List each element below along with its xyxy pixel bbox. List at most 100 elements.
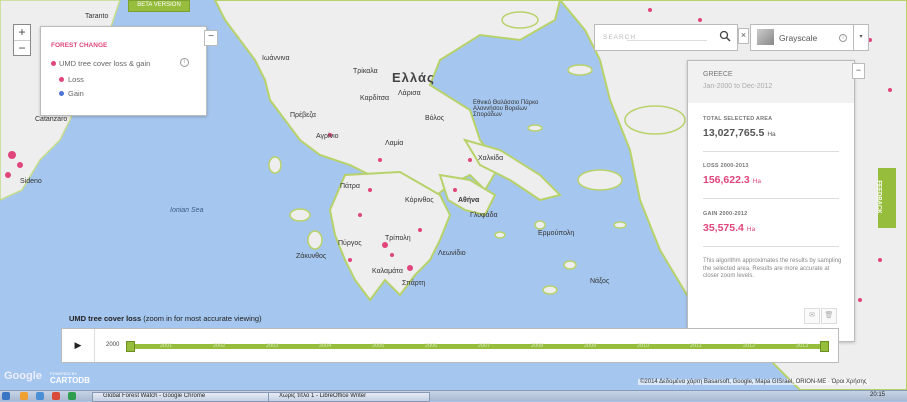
map-label-place: Sideno	[20, 178, 42, 185]
timeline-year: 2010	[637, 343, 650, 349]
map-label-place: Λαμία	[385, 140, 404, 147]
map-label-place: Τρίπολη	[385, 235, 411, 242]
legend-collapse-button[interactable]: −	[204, 30, 218, 46]
start-icon[interactable]	[2, 392, 10, 400]
timeline-year: 2007	[478, 343, 491, 349]
legend-item-loss: Loss	[59, 75, 84, 84]
taskbar: Global Forest Watch - Google Chrome Χωρί…	[0, 390, 907, 402]
map-label-place: Λεωνίδιο	[438, 250, 466, 257]
timeline: ▶ 2000 2001 2002 2003 2004 2005 2006 200…	[61, 328, 839, 363]
total-area-value: 13,027,765.5 Ha	[703, 127, 776, 139]
map-label-place: Βόλος	[425, 115, 445, 122]
timeline-year: 2001	[160, 343, 173, 349]
analysis-region: GREECE	[703, 71, 733, 78]
timeline-year: 2008	[531, 343, 544, 349]
legend-layer[interactable]: UMD tree cover loss & gain	[51, 59, 150, 68]
total-area-label: TOTAL SELECTED AREA	[703, 116, 773, 122]
taskbar-item[interactable]: Global Forest Watch - Google Chrome	[92, 392, 274, 402]
map-label-place: Ιωάννινα	[262, 55, 290, 62]
layer-dot-icon	[51, 61, 56, 66]
analysis-panel: GREECE Jan-2000 to Dec-2012 TOTAL SELECT…	[687, 60, 855, 342]
search-icon[interactable]	[719, 30, 731, 42]
google-logo: Google	[4, 370, 42, 382]
gain-label: GAIN 2000-2012	[703, 211, 748, 217]
map-label-place: Catanzaro	[35, 116, 68, 123]
gain-value: 35,575.4 Ha	[703, 222, 756, 234]
map-label-place: Taranto	[85, 13, 109, 20]
zoom-out-button[interactable]: −	[14, 41, 30, 56]
loss-dot-icon	[59, 77, 64, 82]
legend-item-label: Gain	[68, 89, 84, 98]
analysis-header: GREECE Jan-2000 to Dec-2012	[688, 61, 854, 103]
legend-item-label: Loss	[68, 75, 84, 84]
beta-badge: BETA VERSION	[128, 0, 190, 12]
timeline-track[interactable]	[130, 344, 820, 349]
search-box[interactable]: SEARCH	[594, 24, 738, 51]
timeline-start-handle[interactable]	[126, 341, 135, 352]
timeline-title: UMD tree cover loss (zoom in for most ac…	[69, 314, 262, 323]
timeline-year: 2012	[743, 343, 756, 349]
feedback-tab[interactable]: FEEDBACK	[875, 168, 896, 228]
divider	[703, 198, 839, 199]
chrome-icon[interactable]	[52, 392, 60, 400]
map-label-place: Πύργος	[338, 240, 362, 247]
app-icon[interactable]	[36, 392, 44, 400]
map-label-marine-park: Εθνικό Θαλάσσιο Πάρκο Αλοννήσου Βορείων …	[473, 100, 539, 118]
play-button[interactable]: ▶	[62, 329, 95, 362]
map-label-place: Πάτρα	[340, 183, 360, 190]
timeline-year: 2002	[213, 343, 226, 349]
timeline-year: 2006	[425, 343, 438, 349]
map-label-place: Τρίκαλα	[353, 68, 378, 75]
divider	[703, 151, 839, 152]
divider	[703, 246, 839, 247]
map-label-place: Αγρίνιο	[316, 133, 339, 140]
map-label-country: Ελλάς	[392, 70, 435, 85]
trash-icon[interactable]: 🗑	[821, 308, 837, 324]
legend-title: FOREST CHANGE	[51, 42, 108, 49]
map-label-sea: Ionian Sea	[170, 207, 204, 214]
analysis-collapse-button[interactable]: −	[852, 63, 865, 79]
info-icon[interactable]: i	[839, 34, 847, 42]
email-icon[interactable]: ✉	[804, 308, 820, 324]
analysis-period: Jan-2000 to Dec-2012	[703, 83, 773, 90]
timeline-year: 2003	[266, 343, 279, 349]
timeline-end-handle[interactable]	[820, 341, 829, 352]
app-icon[interactable]	[68, 392, 76, 400]
taskbar-item[interactable]: Χωρίς τίτλο 1 - LibreOffice Writer	[268, 392, 430, 402]
feedback-label: FEEDBACK	[875, 180, 882, 214]
zoom-control: + −	[13, 24, 31, 56]
timeline-year: 2004	[319, 343, 332, 349]
map-label-place: Γλυφάδα	[470, 212, 498, 219]
map-label-place: Κόρινθος	[405, 197, 434, 204]
map-label-place: Καρδίτσα	[360, 95, 390, 102]
timeline-year: 2013	[796, 343, 809, 349]
gain-dot-icon	[59, 91, 64, 96]
loss-label: LOSS 2000-2013	[703, 163, 749, 169]
search-close-button[interactable]: ×	[738, 28, 749, 44]
legend-panel: FOREST CHANGE UMD tree cover loss & gain…	[40, 26, 207, 116]
timeline-year: 2005	[372, 343, 385, 349]
map-label-place: Λάρισα	[398, 90, 421, 97]
analysis-note: This algorithm approximates the results …	[703, 258, 842, 279]
loss-value: 156,622.3 Ha	[703, 174, 762, 186]
map-label-place: Νάξος	[590, 278, 610, 285]
map-attribution[interactable]: ©2014 Δεδομένα χάρτη Basarsoft, Google, …	[638, 379, 869, 385]
basemap-selector[interactable]: Grayscale i	[750, 24, 856, 51]
map-label-place: Ερμούπολη	[538, 230, 575, 237]
cartodb-logo: POWERED BY CARTODB	[50, 371, 90, 385]
map-label-place: Χαλκίδα	[478, 155, 504, 162]
app-icon[interactable]	[20, 392, 28, 400]
map-label-place: Σπάρτη	[402, 280, 426, 287]
timeline-year: 2011	[690, 343, 702, 349]
map-label-place: Πρέβεζα	[290, 112, 316, 119]
chevron-down-icon[interactable]: ▾	[853, 24, 869, 51]
map-label-place: Αθήνα	[458, 197, 480, 204]
clock[interactable]: 20:15	[870, 392, 885, 398]
basemap-thumbnail	[757, 29, 774, 45]
map-label-place: Καλαμάτα	[372, 268, 403, 275]
zoom-in-button[interactable]: +	[14, 25, 30, 41]
info-icon[interactable]: i	[180, 58, 189, 67]
legend-item-gain: Gain	[59, 89, 84, 98]
search-underline	[627, 40, 707, 41]
map-label-place: Ζάκυνθος	[296, 253, 327, 260]
